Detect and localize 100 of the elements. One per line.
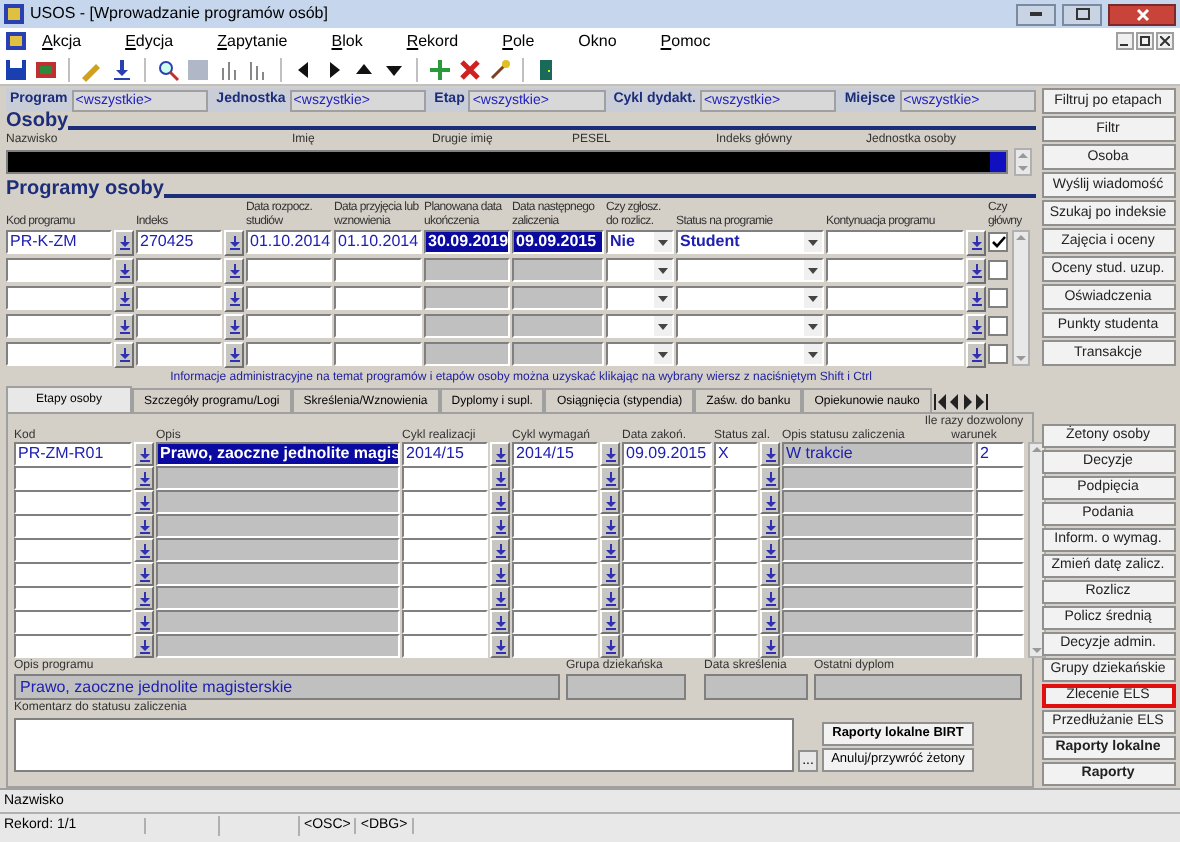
- input-field[interactable]: [782, 466, 974, 490]
- list-button[interactable]: [134, 586, 154, 610]
- list-button[interactable]: [490, 514, 510, 538]
- input-field[interactable]: W trakcie: [782, 442, 974, 466]
- input-field[interactable]: [136, 258, 222, 282]
- input-field[interactable]: 30.09.2019: [424, 230, 510, 254]
- input-field[interactable]: [512, 286, 604, 310]
- input-field[interactable]: [512, 258, 604, 282]
- dropdown-field[interactable]: [606, 314, 674, 338]
- list-button[interactable]: [114, 341, 134, 367]
- input-field[interactable]: 09.09.2015: [512, 230, 604, 254]
- checkbox[interactable]: [988, 316, 1008, 336]
- list-button[interactable]: [134, 514, 154, 538]
- input-field[interactable]: 2014/15: [402, 442, 488, 466]
- delete-icon[interactable]: [458, 57, 482, 81]
- list-button[interactable]: [224, 285, 244, 311]
- input-field[interactable]: [714, 466, 758, 490]
- menu-item[interactable]: Pole: [502, 31, 535, 51]
- minimize-button[interactable]: [1016, 3, 1056, 25]
- input-field[interactable]: [14, 490, 132, 514]
- input-field[interactable]: [246, 258, 332, 282]
- input-field[interactable]: [714, 514, 758, 538]
- list-button[interactable]: [134, 490, 154, 514]
- input-field[interactable]: [714, 562, 758, 586]
- list-button[interactable]: [760, 586, 780, 610]
- input-field[interactable]: [402, 634, 488, 658]
- list-button[interactable]: [134, 634, 154, 658]
- input-field[interactable]: [424, 342, 510, 366]
- list-button[interactable]: [600, 490, 620, 514]
- input-field[interactable]: [402, 586, 488, 610]
- input-field[interactable]: [136, 314, 222, 338]
- input-field[interactable]: [826, 342, 964, 366]
- next-icon[interactable]: [961, 394, 974, 410]
- save-icon[interactable]: [4, 57, 28, 81]
- input-field[interactable]: [402, 562, 488, 586]
- input-field[interactable]: [976, 586, 1024, 610]
- list-button[interactable]: [966, 341, 986, 367]
- menu-item[interactable]: Blok: [331, 31, 363, 51]
- list-button[interactable]: [966, 313, 986, 339]
- input-field[interactable]: [156, 634, 400, 658]
- list-button[interactable]: [600, 610, 620, 634]
- list-button[interactable]: [490, 538, 510, 562]
- list-button[interactable]: [134, 562, 154, 586]
- input-field[interactable]: [14, 514, 132, 538]
- input-field[interactable]: [782, 562, 974, 586]
- list-button[interactable]: [114, 229, 134, 255]
- input-field[interactable]: [334, 286, 422, 310]
- input-field[interactable]: [402, 466, 488, 490]
- scrollbar[interactable]: [1012, 230, 1030, 366]
- maximize-button[interactable]: [1062, 3, 1102, 25]
- input-field[interactable]: 01.10.2014: [246, 230, 332, 254]
- list-button[interactable]: [760, 634, 780, 658]
- plus-icon[interactable]: [428, 57, 452, 81]
- input-field[interactable]: [782, 538, 974, 562]
- dropdown-field[interactable]: [676, 286, 824, 310]
- close-button[interactable]: [1156, 32, 1174, 50]
- list-button[interactable]: [600, 466, 620, 490]
- input-field[interactable]: 270425: [136, 230, 222, 254]
- bars-icon[interactable]: [246, 57, 270, 81]
- input-field[interactable]: [512, 634, 598, 658]
- menu-item[interactable]: Okno: [578, 31, 617, 51]
- list-button[interactable]: [224, 313, 244, 339]
- input-field[interactable]: [976, 562, 1024, 586]
- input-field[interactable]: [512, 466, 598, 490]
- input-field[interactable]: [402, 610, 488, 634]
- list-button[interactable]: [134, 538, 154, 562]
- dropdown-field[interactable]: [606, 258, 674, 282]
- menu-item[interactable]: Edycja: [125, 31, 174, 51]
- input-field[interactable]: [512, 562, 598, 586]
- checkbox[interactable]: [988, 288, 1008, 308]
- input-field[interactable]: [782, 514, 974, 538]
- input-field[interactable]: [424, 286, 510, 310]
- menu-item[interactable]: Zapytanie: [217, 31, 288, 51]
- previous-icon[interactable]: [947, 394, 960, 410]
- list-button[interactable]: [760, 538, 780, 562]
- input-field[interactable]: [6, 258, 112, 282]
- input-field[interactable]: [334, 342, 422, 366]
- list-button[interactable]: [224, 341, 244, 367]
- input-field[interactable]: [826, 314, 964, 338]
- door-icon[interactable]: [534, 57, 558, 81]
- dropdown-field[interactable]: Nie: [606, 230, 674, 254]
- list-button[interactable]: [966, 285, 986, 311]
- input-field[interactable]: [622, 562, 712, 586]
- input-field[interactable]: PR-ZM-R01: [14, 442, 132, 466]
- list-button[interactable]: [760, 442, 780, 466]
- input-field[interactable]: [512, 514, 598, 538]
- list-button[interactable]: [760, 490, 780, 514]
- input-field[interactable]: [14, 562, 132, 586]
- person-row[interactable]: [6, 150, 1008, 174]
- input-field[interactable]: [402, 514, 488, 538]
- list-button[interactable]: [224, 229, 244, 255]
- comment-field[interactable]: [14, 718, 794, 772]
- list-button[interactable]: [490, 634, 510, 658]
- input-field[interactable]: [14, 586, 132, 610]
- input-field[interactable]: [156, 490, 400, 514]
- dropdown-field[interactable]: [606, 286, 674, 310]
- checkbox[interactable]: [988, 260, 1008, 280]
- input-field[interactable]: [782, 610, 974, 634]
- input-field[interactable]: [782, 490, 974, 514]
- exit-icon[interactable]: [34, 57, 58, 81]
